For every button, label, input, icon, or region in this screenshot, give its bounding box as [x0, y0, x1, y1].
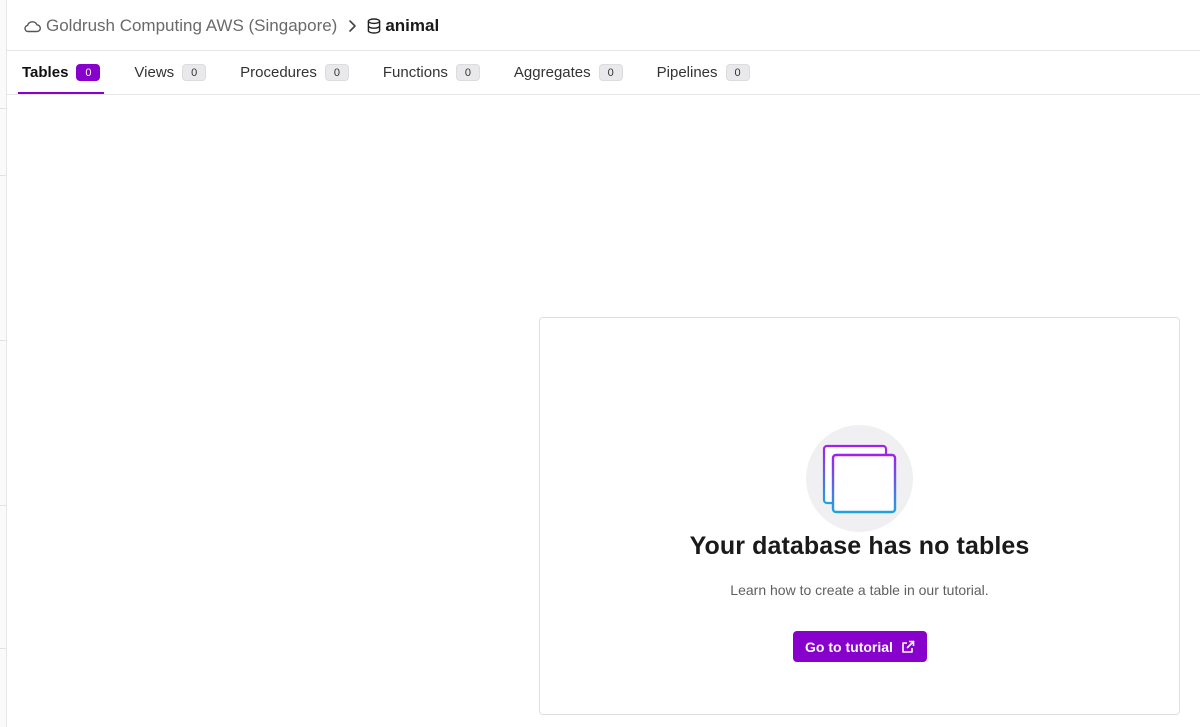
tab-aggregates[interactable]: Aggregates 0: [510, 51, 627, 94]
database-icon: [367, 17, 381, 34]
tab-label: Functions: [382, 64, 448, 81]
tab-functions[interactable]: Functions 0: [379, 51, 484, 94]
breadcrumb-database-label: animal: [385, 15, 440, 35]
go-to-tutorial-label: Go to tutorial: [805, 638, 893, 655]
empty-state-illustration: [806, 425, 913, 532]
tab-count-badge: 0: [455, 64, 480, 81]
external-link-icon: [901, 640, 915, 654]
tabs-divider: [6, 94, 1200, 95]
tab-label: Procedures: [240, 64, 317, 81]
object-tabs: Tables 0 Views 0 Procedures 0 Functions …: [18, 51, 1200, 94]
tab-count-badge: 0: [725, 64, 750, 81]
tab-count-badge: 0: [324, 64, 349, 81]
tab-label: Views: [134, 64, 175, 81]
breadcrumb-database[interactable]: animal: [367, 16, 439, 36]
app-root: Goldrush Computing AWS (Singapore) anima…: [0, 0, 1200, 727]
tab-tables[interactable]: Tables 0: [18, 51, 105, 94]
tab-procedures[interactable]: Procedures 0: [236, 51, 353, 94]
rail-divider: [0, 505, 6, 506]
chevron-right-icon: [343, 19, 361, 33]
tab-pipelines[interactable]: Pipelines 0: [653, 51, 754, 94]
cloud-icon: [22, 18, 42, 34]
tab-count-badge: 0: [182, 64, 207, 81]
breadcrumb: Goldrush Computing AWS (Singapore) anima…: [22, 0, 1200, 51]
left-rail: [0, 0, 7, 727]
rail-divider: [0, 175, 6, 176]
empty-state-title: Your database has no tables: [689, 532, 1030, 560]
empty-state-card: Your database has no tables Learn how to…: [539, 317, 1180, 715]
rail-divider: [0, 340, 6, 341]
rail-divider: [0, 648, 6, 649]
go-to-tutorial-button[interactable]: Go to tutorial: [793, 631, 927, 662]
tables-stack-icon: [821, 443, 899, 515]
empty-state-subtitle: Learn how to create a table in our tutor…: [730, 582, 989, 598]
rail-divider: [0, 108, 6, 109]
tab-label: Pipelines: [656, 64, 718, 81]
tab-count-badge: 0: [76, 64, 101, 81]
breadcrumb-workspace[interactable]: Goldrush Computing AWS (Singapore): [22, 16, 337, 36]
breadcrumb-workspace-label: Goldrush Computing AWS (Singapore): [46, 15, 338, 35]
tab-count-badge: 0: [598, 64, 623, 81]
tab-label: Tables: [22, 64, 69, 81]
tab-label: Aggregates: [513, 64, 591, 81]
tab-views[interactable]: Views 0: [130, 51, 210, 94]
